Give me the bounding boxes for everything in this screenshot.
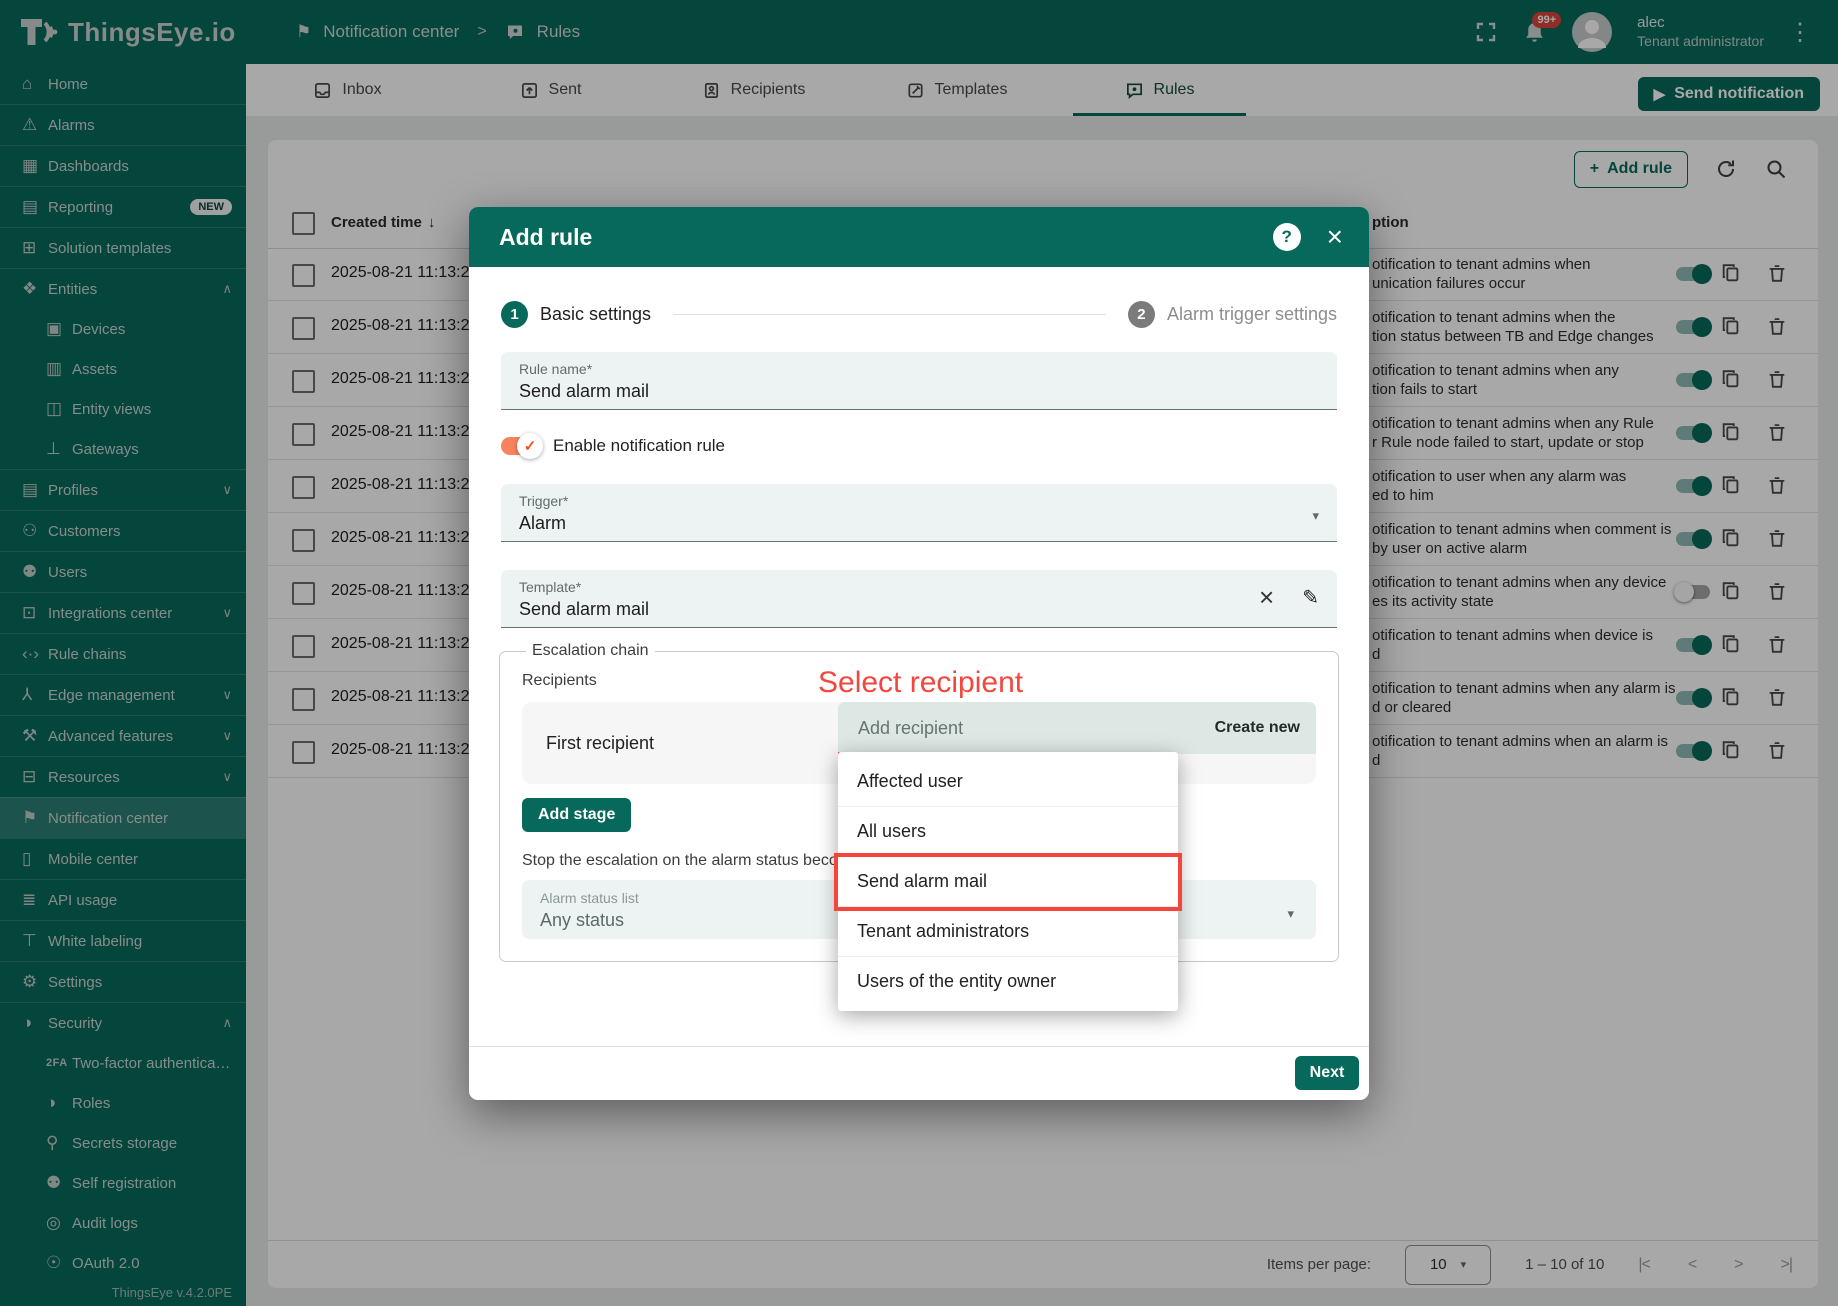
trigger-label: Trigger* xyxy=(519,493,1319,509)
add-recipient-input[interactable]: Add recipient Create new xyxy=(838,702,1316,754)
help-icon[interactable]: ? xyxy=(1273,223,1301,251)
add-stage-label: Add stage xyxy=(538,806,615,824)
close-icon[interactable]: × xyxy=(1327,223,1343,251)
screen: ThingsEye.io ⚑ Notification center > Rul… xyxy=(0,0,1838,1306)
step-1-label[interactable]: Basic settings xyxy=(540,304,651,325)
next-button[interactable]: Next xyxy=(1295,1056,1359,1090)
add-recipient-placeholder: Add recipient xyxy=(858,718,963,739)
clear-template-icon[interactable]: × xyxy=(1259,584,1274,610)
dialog-footer: Next xyxy=(469,1046,1369,1100)
rule-name-field[interactable]: Rule name* Send alarm mail xyxy=(501,352,1337,410)
trigger-value: Alarm xyxy=(519,513,1319,534)
recipient-option[interactable]: Affected user xyxy=(838,757,1178,807)
toggle-check-icon: ✓ xyxy=(517,433,543,459)
recipient-option[interactable]: Tenant administrators xyxy=(838,907,1178,957)
chevron-down-icon: ▾ xyxy=(1287,906,1294,922)
stage-name: First recipient xyxy=(546,733,654,754)
recipient-option[interactable]: All users xyxy=(838,807,1178,857)
stepper: 1 Basic settings 2 Alarm trigger setting… xyxy=(501,267,1337,328)
enable-rule-label: Enable notification rule xyxy=(553,436,725,456)
add-stage-button[interactable]: Add stage xyxy=(522,798,631,832)
annotation-select-recipient: Select recipient xyxy=(818,666,1023,700)
dialog-body: 1 Basic settings 2 Alarm trigger setting… xyxy=(469,267,1369,1100)
recipient-option-highlighted[interactable]: Send alarm mail xyxy=(838,857,1178,907)
dialog-header: Add rule ? × xyxy=(469,207,1369,267)
create-new-link[interactable]: Create new xyxy=(1215,719,1300,737)
chevron-down-icon: ▾ xyxy=(1312,508,1319,524)
stepper-connector xyxy=(673,314,1106,315)
escalation-legend: Escalation chain xyxy=(526,642,655,660)
template-value: Send alarm mail xyxy=(519,599,1319,620)
template-select[interactable]: Template* Send alarm mail × ✎ xyxy=(501,570,1337,628)
add-rule-dialog: Add rule ? × 1 Basic settings 2 Alarm tr… xyxy=(469,207,1369,1100)
rule-name-value: Send alarm mail xyxy=(519,381,1319,402)
step-2-badge: 2 xyxy=(1128,301,1155,328)
trigger-select[interactable]: Trigger* Alarm ▾ xyxy=(501,484,1337,542)
step-2-label[interactable]: Alarm trigger settings xyxy=(1167,304,1337,325)
edit-template-icon[interactable]: ✎ xyxy=(1302,585,1319,610)
escalation-chain-group: Escalation chain Recipients First recipi… xyxy=(499,642,1339,962)
escalation-stage-row: First recipient Select recipient Add rec… xyxy=(522,702,1316,784)
dialog-title: Add rule xyxy=(499,224,592,251)
recipient-option[interactable]: Users of the entity owner xyxy=(838,957,1178,1006)
rule-name-label: Rule name* xyxy=(519,361,1319,377)
template-label: Template* xyxy=(519,579,1319,595)
step-1-badge: 1 xyxy=(501,301,528,328)
enable-rule-toggle[interactable]: ✓ xyxy=(501,437,539,455)
enable-rule-row: ✓ Enable notification rule xyxy=(501,432,1337,460)
recipient-dropdown: Affected userAll usersSend alarm mailTen… xyxy=(838,752,1178,1011)
